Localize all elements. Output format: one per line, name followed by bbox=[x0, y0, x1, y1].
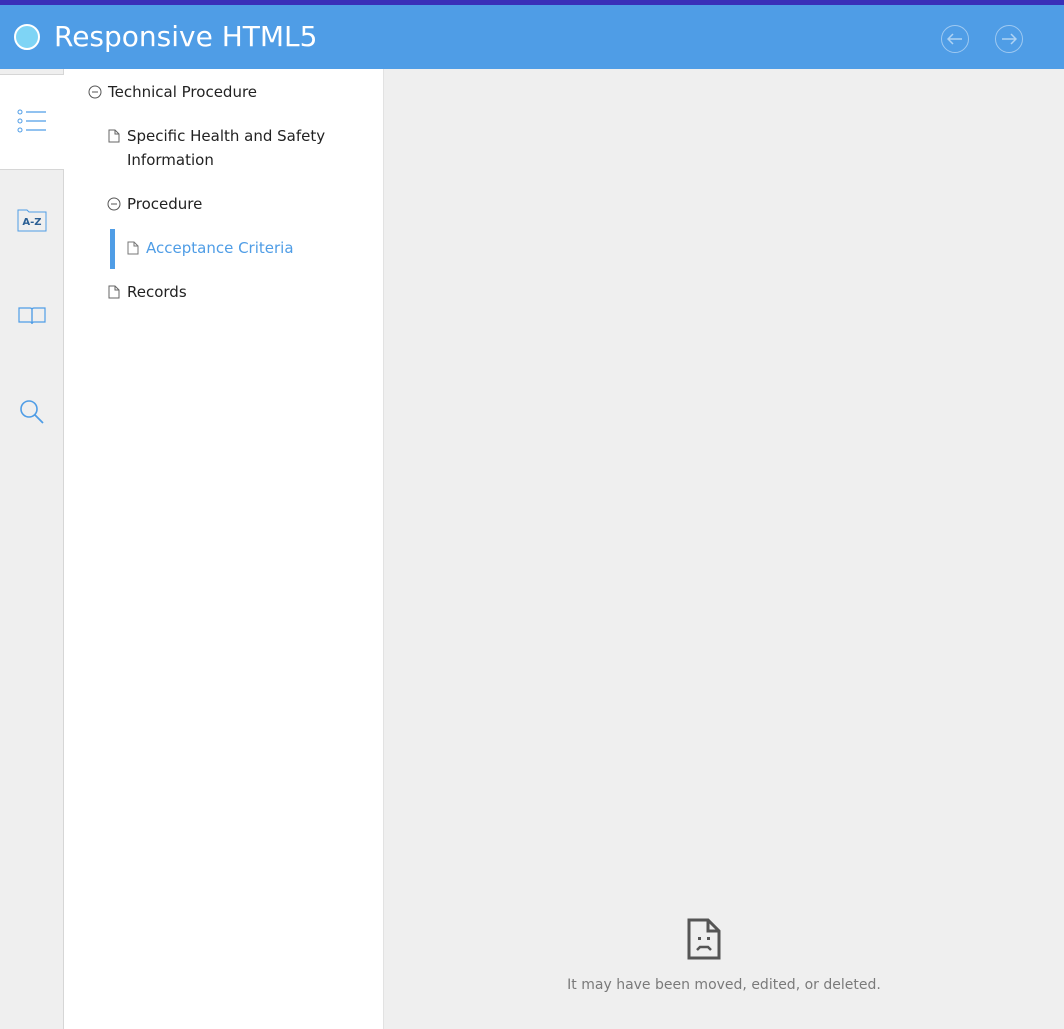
circle-logo-icon bbox=[14, 24, 40, 50]
page-icon bbox=[107, 124, 121, 148]
toc-item-label: Acceptance Criteria bbox=[146, 239, 294, 257]
arrow-left-icon bbox=[947, 33, 962, 45]
collapse-icon[interactable] bbox=[88, 80, 102, 104]
a-z-icon: A-Z bbox=[17, 209, 46, 232]
svg-text:A-Z: A-Z bbox=[22, 217, 41, 228]
tab-search[interactable] bbox=[0, 364, 63, 460]
content-frame: It may have been moved, edited, or delet… bbox=[384, 69, 1064, 1029]
search-icon bbox=[19, 400, 44, 424]
selection-indicator bbox=[110, 229, 115, 269]
toc-item-label: Records bbox=[127, 283, 187, 301]
error-message: It may have been moved, edited, or delet… bbox=[567, 977, 881, 993]
tab-index[interactable]: A-Z bbox=[0, 172, 63, 268]
collapse-icon[interactable] bbox=[107, 192, 121, 216]
back-button[interactable] bbox=[941, 25, 969, 53]
book-icon bbox=[17, 307, 46, 325]
list-icon bbox=[17, 109, 46, 133]
toc-item-acceptance-criteria[interactable]: Acceptance Criteria bbox=[126, 236, 294, 260]
table-of-contents: Technical Procedure Specific Health and … bbox=[64, 69, 384, 1029]
toc-item-label: Technical Procedure bbox=[108, 83, 258, 101]
toc-item-technical-procedure[interactable]: Technical Procedure bbox=[88, 80, 257, 104]
page-icon bbox=[107, 280, 121, 304]
toc-item-health-safety[interactable]: Specific Health and Safety Information bbox=[107, 124, 337, 172]
app-header: Responsive HTML5 bbox=[0, 5, 1064, 69]
arrow-right-icon bbox=[1002, 33, 1017, 45]
page-icon bbox=[126, 236, 140, 260]
toc-item-procedure[interactable]: Procedure bbox=[107, 192, 202, 216]
sidebar-tab-rail: A-Z bbox=[0, 69, 64, 1029]
tab-glossary[interactable] bbox=[0, 268, 63, 364]
forward-button[interactable] bbox=[995, 25, 1023, 53]
broken-page-icon bbox=[687, 918, 721, 960]
app-title: Responsive HTML5 bbox=[54, 20, 318, 53]
tab-contents[interactable] bbox=[0, 74, 64, 170]
toc-item-records[interactable]: Records bbox=[107, 280, 187, 304]
toc-item-label: Specific Health and Safety Information bbox=[127, 127, 326, 169]
toc-item-label: Procedure bbox=[127, 195, 203, 213]
